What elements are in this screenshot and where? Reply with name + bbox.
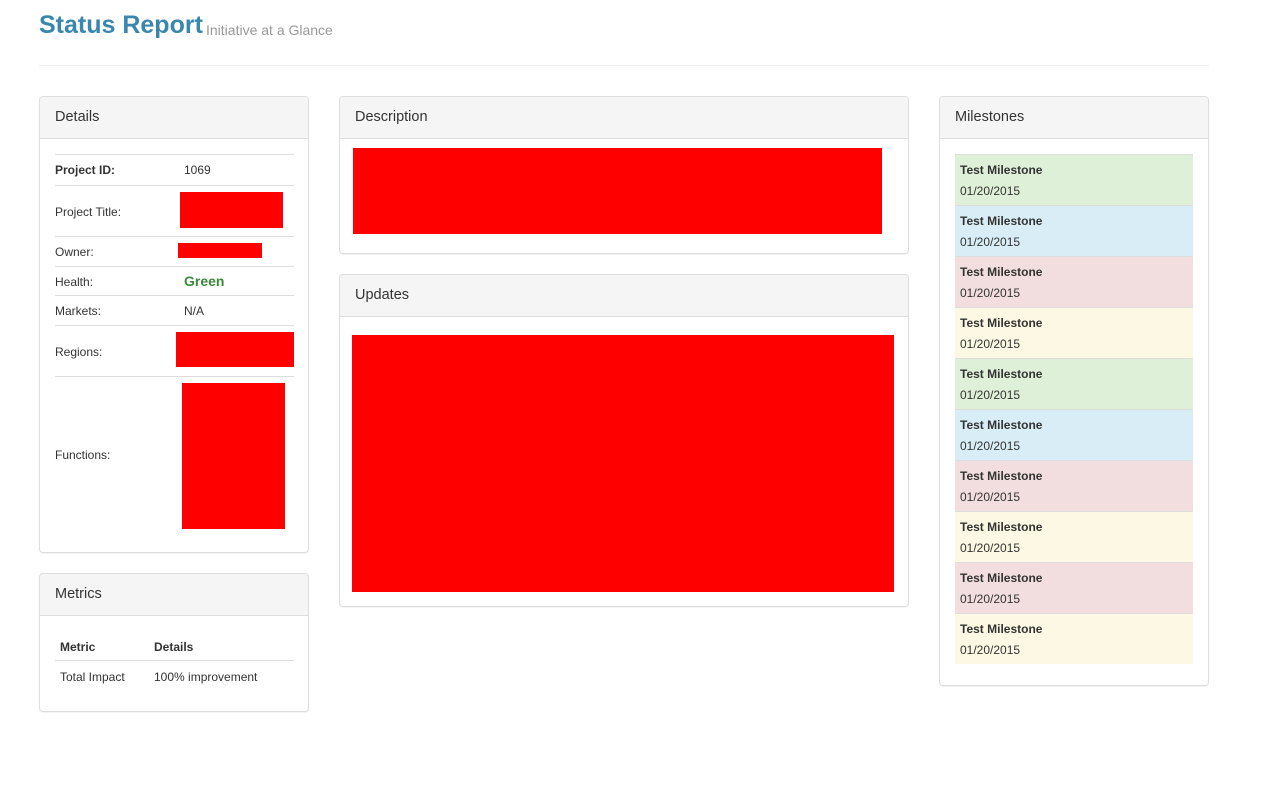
updates-heading: Updates [340, 275, 908, 317]
milestone-date: 01/20/2015 [960, 235, 1021, 249]
milestone-title: Test Milestone [960, 214, 1043, 228]
table-row: Total Impact 100% improvement [55, 661, 294, 691]
metrics-heading: Metrics [40, 574, 308, 616]
updates-panel: Updates [339, 274, 909, 607]
milestone-title: Test Milestone [960, 469, 1043, 483]
markets-label: Markets: [55, 304, 102, 318]
milestone-date: 01/20/2015 [960, 439, 1021, 453]
milestone-item: Test Milestone 01/20/2015 [955, 562, 1193, 613]
project-title-label: Project Title: [55, 205, 122, 219]
milestone-date: 01/20/2015 [960, 184, 1021, 198]
metrics-table-header: Metric Details [55, 631, 294, 661]
updates-redacted [352, 335, 894, 592]
detail-row-health: Health: Green [55, 266, 294, 295]
functions-redacted [182, 383, 285, 529]
milestone-list: Test Milestone 01/20/2015 Test Milestone… [955, 154, 1193, 664]
milestone-date: 01/20/2015 [960, 541, 1021, 555]
details-heading: Details [40, 97, 308, 139]
milestones-heading: Milestones [940, 97, 1208, 139]
milestone-item: Test Milestone 01/20/2015 [955, 358, 1193, 409]
milestones-panel: Milestones Test Milestone 01/20/2015 Tes… [939, 96, 1209, 686]
milestone-date: 01/20/2015 [960, 286, 1021, 300]
metric-details: 100% improvement [154, 670, 258, 684]
details-panel: Details Project ID: 1069 Project Title: … [39, 96, 309, 553]
detail-row-project-id: Project ID: 1069 [55, 154, 294, 185]
milestone-item: Test Milestone 01/20/2015 [955, 256, 1193, 307]
regions-redacted [176, 332, 294, 367]
milestone-date: 01/20/2015 [960, 337, 1021, 351]
milestone-title: Test Milestone [960, 622, 1043, 636]
milestone-date: 01/20/2015 [960, 643, 1021, 657]
milestone-date: 01/20/2015 [960, 388, 1021, 402]
milestone-item: Test Milestone 01/20/2015 [955, 511, 1193, 562]
regions-label: Regions: [55, 345, 103, 359]
milestone-title: Test Milestone [960, 316, 1043, 330]
metrics-table: Metric Details Total Impact 100% improve… [55, 631, 294, 691]
project-id-label: Project ID: [55, 163, 116, 177]
owner-redacted [178, 243, 262, 258]
page-title: Status Report [39, 11, 203, 39]
milestone-item: Test Milestone 01/20/2015 [955, 205, 1193, 256]
milestone-date: 01/20/2015 [960, 592, 1021, 606]
owner-label: Owner: [55, 245, 94, 259]
detail-row-markets: Markets: N/A [55, 295, 294, 325]
detail-row-owner: Owner: [55, 236, 294, 266]
health-label: Health: [55, 275, 94, 289]
detail-row-project-title: Project Title: [55, 185, 294, 236]
milestone-title: Test Milestone [960, 265, 1043, 279]
milestone-title: Test Milestone [960, 367, 1043, 381]
project-title-redacted [180, 192, 283, 228]
milestone-date: 01/20/2015 [960, 490, 1021, 504]
description-redacted [353, 148, 882, 234]
detail-row-regions: Regions: [55, 325, 294, 376]
page-header: Status Report Initiative at a Glance [39, 10, 1209, 66]
description-panel: Description [339, 96, 909, 254]
milestone-title: Test Milestone [960, 571, 1043, 585]
milestone-item: Test Milestone 01/20/2015 [955, 460, 1193, 511]
milestone-item: Test Milestone 01/20/2015 [955, 307, 1193, 358]
milestone-title: Test Milestone [960, 520, 1043, 534]
health-value: Green [184, 273, 225, 289]
metrics-column-details: Details [154, 640, 194, 654]
page-subtitle: Initiative at a Glance [206, 22, 333, 38]
markets-value: N/A [184, 304, 205, 318]
milestone-item: Test Milestone 01/20/2015 [955, 613, 1193, 664]
milestone-title: Test Milestone [960, 418, 1043, 432]
metrics-column-metric: Metric [60, 640, 96, 654]
metrics-panel: Metrics Metric Details Total Impact 100%… [39, 573, 309, 712]
milestone-item: Test Milestone 01/20/2015 [955, 154, 1193, 205]
project-id-value: 1069 [184, 163, 211, 177]
metric-name: Total Impact [60, 670, 125, 684]
milestone-title: Test Milestone [960, 163, 1043, 177]
description-heading: Description [340, 97, 908, 139]
milestone-item: Test Milestone 01/20/2015 [955, 409, 1193, 460]
detail-row-functions: Functions: [55, 376, 294, 536]
functions-label: Functions: [55, 448, 111, 462]
